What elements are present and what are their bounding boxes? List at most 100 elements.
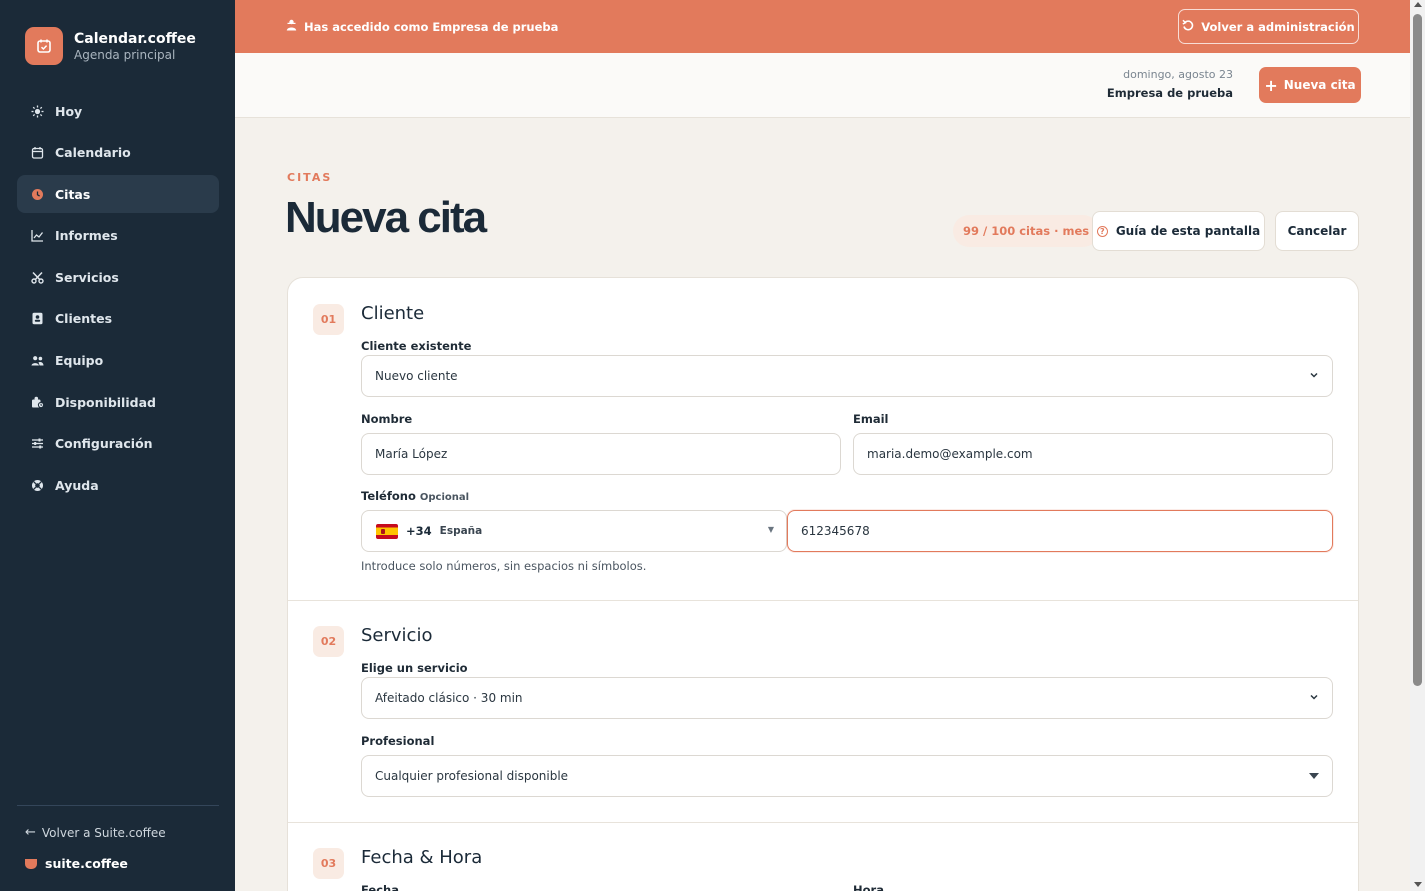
phone-label: Teléfono Opcional (361, 489, 469, 503)
sidebar-nav: Hoy Calendario Citas Informes Servicios … (17, 92, 219, 508)
users-icon (31, 354, 44, 367)
page-scrollbar[interactable] (1410, 0, 1425, 891)
section-title-datetime: Fecha & Hora (361, 847, 483, 868)
sidebar-item-label: Equipo (55, 353, 104, 369)
user-secret-icon (286, 19, 297, 34)
step-number: 03 (313, 848, 344, 879)
sidebar-item-label: Calendario (55, 145, 131, 161)
coffee-cup-icon (25, 858, 37, 869)
sidebar-item-configuracion[interactable]: Configuración (17, 425, 219, 463)
sun-icon (31, 105, 44, 118)
country-code-select[interactable]: +34 España ▼ (361, 510, 787, 552)
back-to-admin-label: Volver a administración (1201, 19, 1355, 34)
name-value: María López (375, 447, 448, 461)
quota-badge: 99 / 100 citas · mes (953, 215, 1100, 247)
scroll-down-icon[interactable] (1414, 882, 1422, 887)
chevron-down-icon (1310, 372, 1318, 378)
arrow-left-icon: ← (25, 825, 36, 840)
email-value: maria.demo@example.com (867, 447, 1033, 461)
lifebuoy-icon (31, 479, 44, 492)
impersonation-text: Has accedido como Empresa de prueba (304, 19, 559, 34)
sidebar-item-label: Servicios (55, 269, 119, 285)
professional-label: Profesional (361, 734, 435, 748)
email-input[interactable]: maria.demo@example.com (853, 433, 1333, 475)
sidebar-item-servicios[interactable]: Servicios (17, 258, 219, 296)
back-to-admin-button[interactable]: Volver a administración (1178, 9, 1359, 44)
appointment-form: 01 Cliente Cliente existente Nuevo clien… (287, 277, 1359, 891)
back-to-suite-label: Volver a Suite.coffee (41, 825, 166, 840)
step-number: 02 (313, 626, 344, 657)
cancel-button[interactable]: Cancelar (1275, 211, 1359, 251)
new-appointment-label: Nueva cita (1283, 78, 1356, 92)
page-title: Nueva cita (285, 193, 487, 242)
caret-down-icon (1309, 773, 1319, 779)
sidebar: Calendar.coffee Agenda principal Hoy Cal… (0, 0, 235, 891)
dial-code: +34 (406, 524, 432, 538)
calendar-icon (31, 146, 44, 159)
section-divider (288, 822, 1358, 823)
phone-help-text: Introduce solo números, sin espacios ni … (361, 559, 647, 573)
company-name: Empresa de prueba (1106, 86, 1233, 100)
email-label: Email (853, 412, 889, 426)
sidebar-item-label: Disponibilidad (55, 394, 156, 410)
sidebar-item-label: Hoy (55, 103, 83, 119)
section-title-service: Servicio (361, 625, 433, 646)
chevron-down-icon (1310, 694, 1318, 700)
scroll-thumb[interactable] (1413, 14, 1422, 686)
sidebar-divider (17, 805, 219, 806)
top-header: domingo, agosto 23 Empresa de prueba + N… (235, 53, 1410, 118)
sidebar-item-ayuda[interactable]: Ayuda (17, 466, 219, 504)
plus-icon: + (1264, 75, 1278, 95)
section-title-client: Cliente (361, 303, 425, 324)
sidebar-item-label: Citas (55, 186, 91, 202)
sidebar-item-citas[interactable]: Citas (17, 175, 219, 214)
spain-flag-icon (376, 523, 398, 539)
contact-card-icon (31, 312, 44, 325)
caret-down-icon: ▼ (767, 525, 774, 534)
time-label: Hora (853, 883, 884, 891)
screen-guide-button[interactable]: ? Guía de esta pantalla (1092, 211, 1265, 251)
service-select[interactable]: Afeitado clásico · 30 min (361, 677, 1333, 719)
current-date: domingo, agosto 23 (1123, 68, 1233, 81)
suite-brand[interactable]: suite.coffee (25, 856, 128, 871)
sidebar-item-calendario[interactable]: Calendario (17, 134, 219, 172)
clock-icon (31, 188, 44, 201)
date-label: Fecha (361, 883, 399, 891)
existing-client-label: Cliente existente (361, 339, 472, 353)
service-value: Afeitado clásico · 30 min (375, 691, 523, 705)
impersonation-banner: Has accedido como Empresa de prueba Volv… (235, 0, 1410, 53)
service-label: Elige un servicio (361, 661, 468, 675)
sidebar-item-hoy[interactable]: Hoy (17, 92, 219, 130)
sidebar-item-equipo[interactable]: Equipo (17, 342, 219, 380)
help-circle-icon: ? (1096, 225, 1108, 237)
country-name: España (439, 525, 483, 537)
availability-icon (31, 396, 44, 409)
impersonation-message: Has accedido como Empresa de prueba (286, 19, 558, 34)
sidebar-item-label: Ayuda (55, 477, 99, 493)
sidebar-item-label: Clientes (55, 311, 113, 327)
sidebar-item-clientes[interactable]: Clientes (17, 300, 219, 338)
suite-brand-label: suite.coffee (45, 856, 128, 871)
screen-guide-label: Guía de esta pantalla (1115, 224, 1261, 238)
chart-icon (31, 229, 44, 242)
phone-value: 612345678 (801, 524, 870, 538)
name-input[interactable]: María López (361, 433, 841, 475)
brand-subtitle: Agenda principal (74, 47, 176, 62)
step-number: 01 (313, 304, 344, 335)
sidebar-item-disponibilidad[interactable]: Disponibilidad (17, 383, 219, 421)
back-to-suite-link[interactable]: ← Volver a Suite.coffee (25, 825, 166, 840)
calendar-check-icon (25, 27, 63, 65)
professional-select[interactable]: Cualquier profesional disponible (361, 755, 1333, 797)
brand[interactable]: Calendar.coffee Agenda principal (25, 27, 196, 65)
scroll-up-icon[interactable] (1414, 2, 1422, 7)
sidebar-item-informes[interactable]: Informes (17, 217, 219, 255)
new-appointment-button[interactable]: + Nueva cita (1259, 67, 1361, 103)
existing-client-value: Nuevo cliente (375, 369, 458, 383)
undo-icon (1182, 19, 1194, 35)
phone-input[interactable]: 612345678 (787, 510, 1333, 552)
sidebar-item-label: Informes (55, 228, 118, 244)
phone-label-text: Teléfono (361, 489, 416, 503)
sliders-icon (31, 437, 44, 450)
existing-client-select[interactable]: Nuevo cliente (361, 355, 1333, 397)
page-eyebrow: CITAS (287, 171, 333, 184)
